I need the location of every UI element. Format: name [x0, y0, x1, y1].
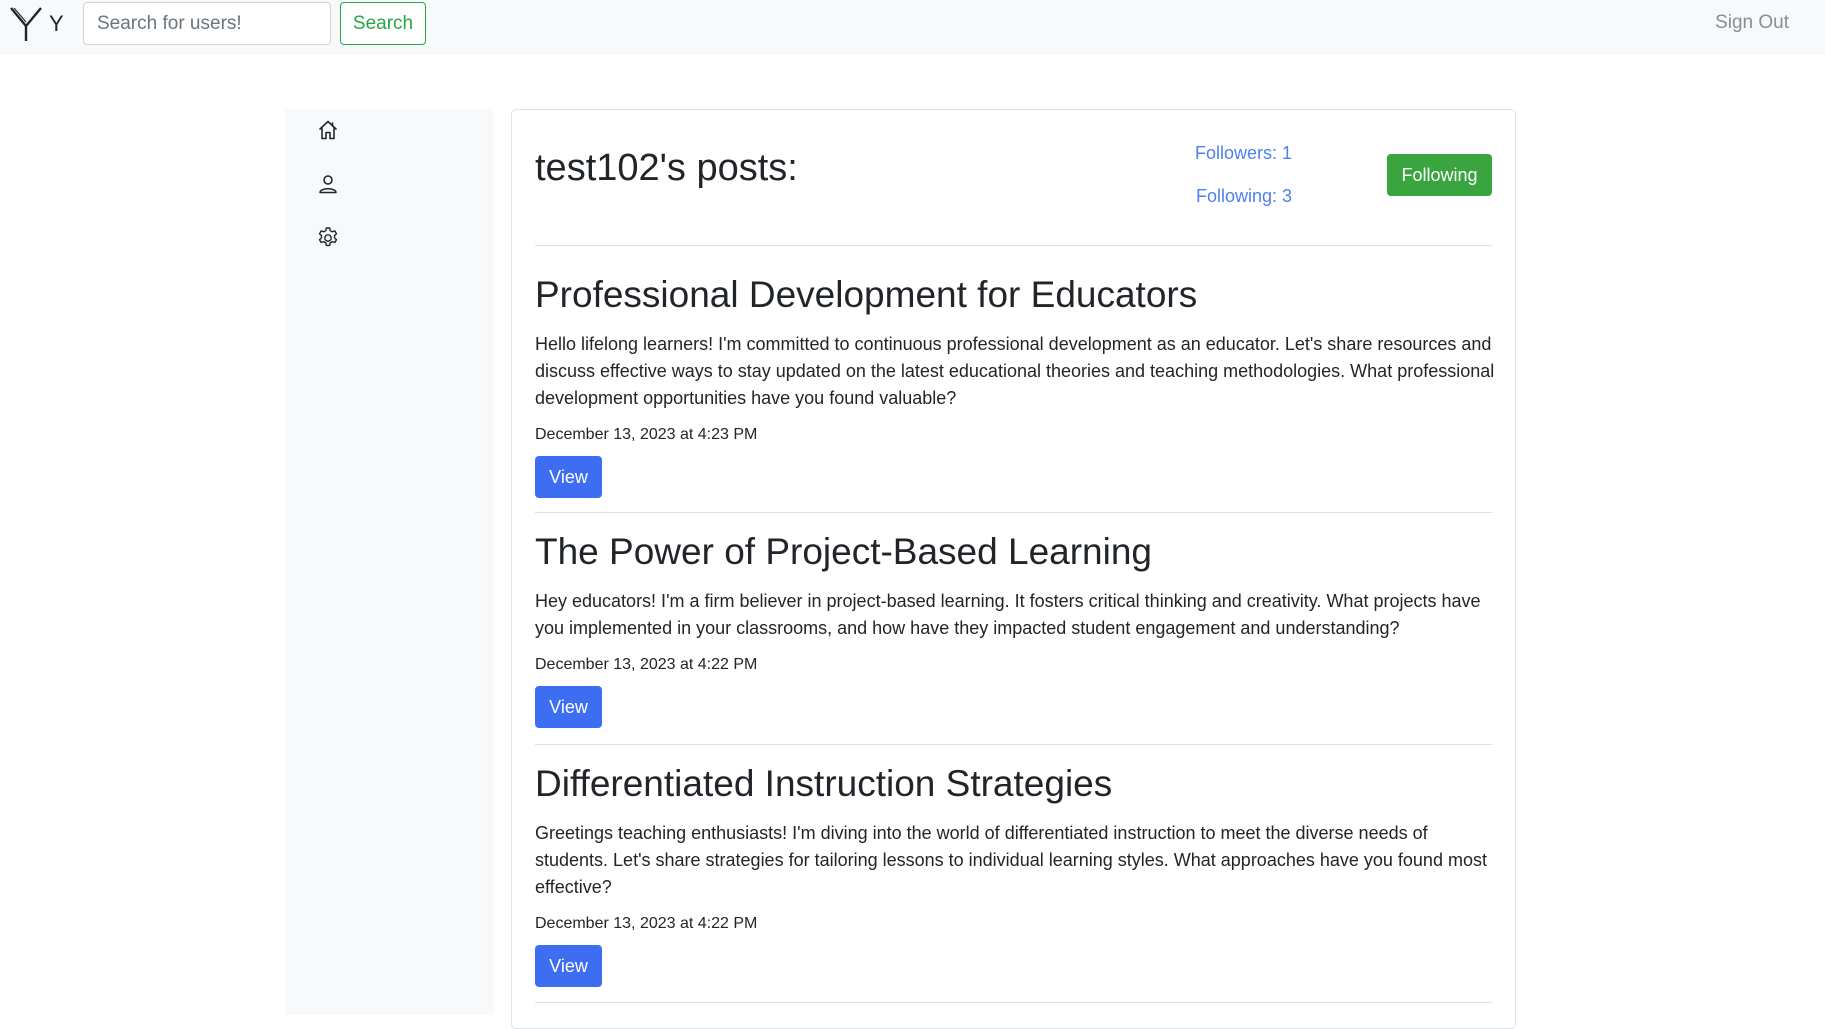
- post-body: Hello lifelong learners! I'm committed t…: [535, 334, 1495, 409]
- posts-card: test102's posts: Followers: 1 Following:…: [511, 109, 1516, 1029]
- search-button[interactable]: Search: [340, 2, 426, 45]
- sign-out-link[interactable]: Sign Out: [1715, 12, 1789, 34]
- sidebar-item-settings[interactable]: [313, 223, 343, 253]
- post-item: The Power of Project-Based Learning Hey …: [535, 530, 1492, 729]
- search-input[interactable]: [83, 2, 331, 45]
- brand-logo-link[interactable]: Y: [9, 5, 64, 43]
- post-date: December 13, 2023 at 4:22 PM: [535, 656, 758, 674]
- sidebar: [285, 109, 494, 1015]
- brand-text: Y: [49, 11, 64, 36]
- person-icon: [317, 173, 339, 195]
- header-divider: [535, 245, 1492, 246]
- top-navbar: Y Search Sign Out: [0, 0, 1825, 55]
- following-link[interactable]: Following: 3: [1196, 186, 1292, 207]
- following-button[interactable]: Following: [1387, 154, 1492, 196]
- gear-icon: [316, 226, 340, 250]
- home-icon: [317, 119, 339, 141]
- post-divider: [535, 744, 1492, 745]
- view-post-button[interactable]: View: [535, 686, 602, 729]
- sidebar-item-profile[interactable]: [313, 169, 343, 199]
- post-date: December 13, 2023 at 4:22 PM: [535, 915, 758, 933]
- post-title: Professional Development for Educators: [535, 274, 1198, 315]
- post-body: Hey educators! I'm a firm believer in pr…: [535, 591, 1481, 639]
- followers-link[interactable]: Followers: 1: [1195, 143, 1292, 164]
- post-item: Differentiated Instruction Strategies Gr…: [535, 762, 1492, 988]
- post-date: December 13, 2023 at 4:23 PM: [535, 426, 758, 444]
- sidebar-item-home[interactable]: [313, 115, 343, 145]
- y-logo-icon: [9, 6, 43, 42]
- post-title: Differentiated Instruction Strategies: [535, 763, 1113, 804]
- page-title: test102's posts:: [535, 147, 798, 189]
- post-body: Greetings teaching enthusiasts! I'm divi…: [535, 823, 1487, 898]
- post-divider: [535, 1002, 1492, 1003]
- view-post-button[interactable]: View: [535, 456, 602, 499]
- post-title: The Power of Project-Based Learning: [535, 531, 1153, 572]
- post-item: Professional Development for Educators H…: [535, 273, 1495, 499]
- view-post-button[interactable]: View: [535, 945, 602, 988]
- post-divider: [535, 512, 1492, 513]
